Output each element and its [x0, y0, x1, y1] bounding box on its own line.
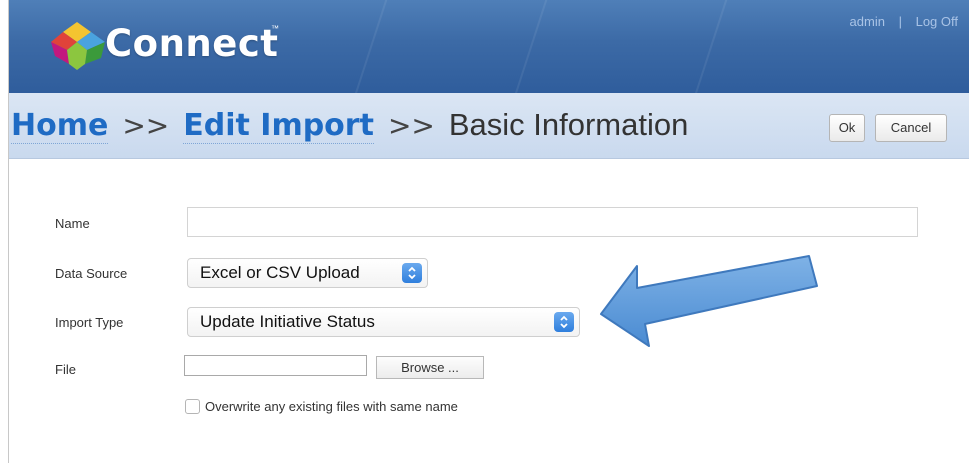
- brand-name: Connect: [105, 22, 278, 65]
- data-source-value: Excel or CSV Upload: [200, 263, 360, 282]
- breadcrumb-edit-import-link[interactable]: Edit Import: [183, 108, 374, 144]
- updown-chevron-icon: [554, 312, 574, 332]
- ok-button[interactable]: Ok: [829, 114, 865, 142]
- import-type-label: Import Type: [55, 315, 123, 330]
- breadcrumb-home-link[interactable]: Home: [11, 108, 108, 144]
- cancel-button[interactable]: Cancel: [875, 114, 947, 142]
- breadcrumb-bar: Home >> Edit Import >> Basic Information Ok …: [9, 93, 969, 159]
- breadcrumb-separator: >>: [122, 109, 169, 142]
- updown-chevron-icon: [402, 263, 422, 283]
- user-links: admin | Log Off: [850, 14, 958, 29]
- arrow-left-icon: [597, 252, 822, 348]
- connect-logo-icon: [47, 20, 107, 72]
- data-source-select[interactable]: Excel or CSV Upload: [187, 258, 428, 288]
- file-label: File: [55, 362, 76, 377]
- header-banner: Connect ™ admin | Log Off: [9, 0, 969, 93]
- user-links-separator: |: [899, 14, 902, 29]
- overwrite-checkbox[interactable]: [185, 399, 200, 414]
- page-title: Basic Information: [449, 107, 689, 142]
- username-link[interactable]: admin: [850, 14, 885, 29]
- data-source-label: Data Source: [55, 266, 127, 281]
- name-field[interactable]: [187, 207, 918, 237]
- breadcrumb: Home >> Edit Import >> Basic Information: [11, 107, 688, 143]
- breadcrumb-separator: >>: [388, 109, 435, 142]
- app-frame: Connect ™ admin | Log Off Home >> Edit Imp…: [8, 0, 969, 463]
- name-label: Name: [55, 216, 90, 231]
- trademark-mark: ™: [271, 24, 279, 33]
- overwrite-label: Overwrite any existing files with same n…: [205, 399, 458, 414]
- import-type-value: Update Initiative Status: [200, 312, 375, 331]
- import-type-select[interactable]: Update Initiative Status: [187, 307, 580, 337]
- browse-button[interactable]: Browse ...: [376, 356, 484, 379]
- log-off-link[interactable]: Log Off: [916, 14, 958, 29]
- file-path-field[interactable]: [184, 355, 367, 376]
